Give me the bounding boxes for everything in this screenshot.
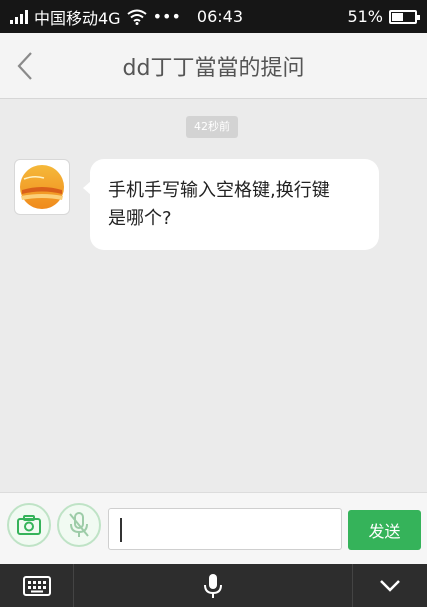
mic-off-icon [69, 512, 89, 537]
message-input[interactable] [108, 508, 342, 550]
battery-icon [389, 9, 420, 24]
message-line-1: 手机手写输入空格键,换行键 [108, 180, 330, 201]
wifi-icon [126, 9, 147, 25]
status-left: 中国移动4G ••• 06:43 [10, 5, 243, 29]
status-right: 51% [347, 7, 420, 26]
camera-button[interactable] [7, 503, 51, 547]
battery-fill [392, 12, 404, 21]
collapse-keyboard-button[interactable] [353, 564, 427, 607]
text-caret [120, 518, 122, 542]
status-bar: 中国移动4G ••• 06:43 51% [0, 0, 427, 33]
back-arrow-icon [17, 52, 32, 80]
microphone-icon [204, 573, 222, 598]
back-button[interactable] [10, 49, 40, 83]
keyboard-toolbar [0, 564, 427, 607]
signal-icon [10, 9, 28, 24]
carrier-label: 中国移动4G [34, 8, 121, 28]
sunset-avatar-icon [20, 165, 64, 209]
message-bubble[interactable]: 手机手写输入空格键,换行键 是哪个? [83, 159, 379, 250]
chat-area[interactable]: 42秒前 手机手写输入空格键,换行键 是哪个? [0, 100, 427, 492]
voice-input-button[interactable] [74, 564, 352, 607]
notification-dots: ••• [152, 7, 181, 26]
camera-icon [17, 515, 41, 535]
keyboard-icon [22, 575, 51, 596]
page-title: dd丁丁當當的提问 [122, 55, 305, 81]
keyboard-switch-button[interactable] [0, 564, 73, 607]
voice-off-button[interactable] [57, 503, 101, 547]
status-time: 06:43 [196, 7, 244, 26]
send-button[interactable]: 发送 [348, 510, 421, 550]
chevron-down-icon [380, 579, 400, 592]
battery-percent: 51% [347, 7, 383, 26]
title-bar: dd丁丁當當的提问 [0, 33, 427, 99]
input-bar: 发送 [0, 492, 427, 564]
timestamp-badge: 42秒前 [186, 116, 238, 138]
avatar[interactable] [14, 159, 70, 215]
message-line-2: 是哪个? [108, 208, 172, 229]
